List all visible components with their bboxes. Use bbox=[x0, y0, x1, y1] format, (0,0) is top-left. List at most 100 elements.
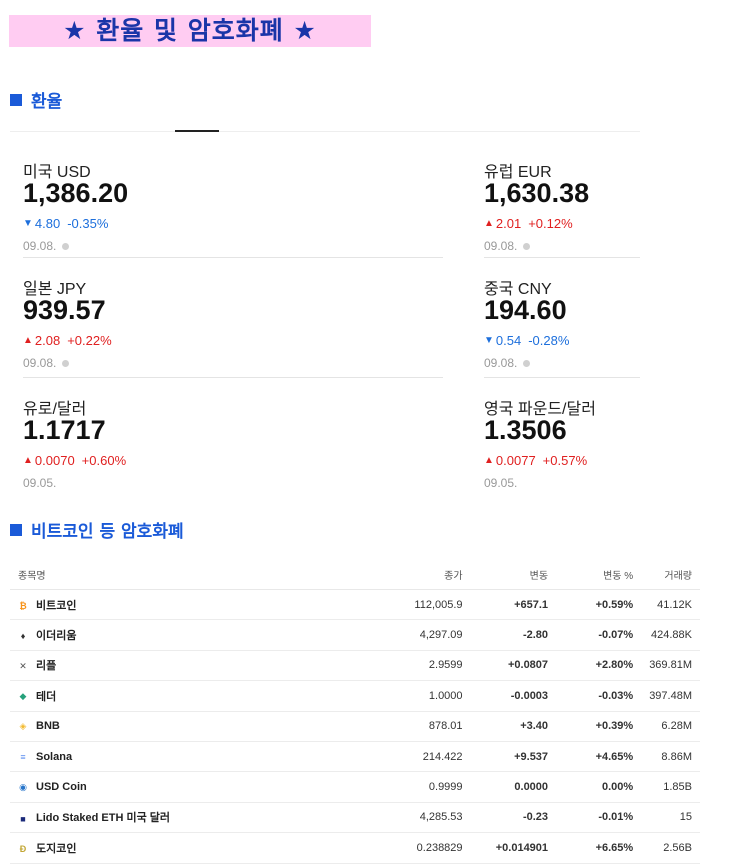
table-row[interactable]: ◈ BNB 878.01 +3.40 +0.39% 6.28M bbox=[10, 711, 700, 742]
change-percent: +0.22% bbox=[67, 333, 112, 348]
close-price: 0.238829 bbox=[360, 832, 471, 864]
rate-date: 09.05. bbox=[23, 476, 56, 490]
crypto-table-header: 종목명 종가 변동 변동 % 거래량 bbox=[10, 559, 700, 590]
crypto-section-title: 비트코인 등 암호화폐 bbox=[10, 517, 184, 542]
table-row[interactable]: ✕ 리플 2.9599 +0.0807 +2.80% 369.81M bbox=[10, 650, 700, 682]
volume: 424.88K bbox=[641, 619, 700, 651]
crypto-table: 종목명 종가 변동 변동 % 거래량 ₿ 비트코인 112,005.9 +657.1 +… bbox=[10, 559, 700, 864]
triangle-down-icon: ▼ bbox=[23, 218, 33, 229]
change-value: 0.0070 bbox=[34, 453, 75, 468]
status-dot-icon bbox=[523, 242, 531, 250]
rate-change: ▲ 0.0077 +0.57% bbox=[484, 453, 587, 468]
coin-name-cell[interactable]: Ð 도지코인 bbox=[10, 832, 361, 864]
triangle-up-icon: ▲ bbox=[484, 455, 494, 466]
column-header-volume[interactable]: 거래량 bbox=[641, 559, 700, 590]
date-text: 09.05. bbox=[23, 476, 57, 490]
coin-name-cell[interactable]: ■ Lido Staked ETH 미국 달러 bbox=[10, 802, 361, 834]
rate-change: ▲ 2.01 +0.12% bbox=[484, 216, 573, 231]
bnb-icon: ◈ bbox=[19, 720, 27, 731]
coin-name: BNB bbox=[36, 720, 60, 733]
change-percent: -0.03% bbox=[556, 680, 642, 712]
exchange-rate: 1,630.38 bbox=[484, 178, 590, 208]
volume: 1.85B bbox=[641, 771, 700, 803]
volume: 6.28M bbox=[641, 711, 700, 742]
rate-change: ▲ 2.08 +0.22% bbox=[23, 333, 112, 348]
fx-card[interactable]: 일본 JPY 939.57 ▲ 2.08 +0.22% 09.08. bbox=[23, 257, 443, 373]
dogecoin-icon: Ð bbox=[19, 843, 27, 854]
change-value: +657.1 bbox=[470, 589, 557, 621]
fx-section-title: 환율 bbox=[10, 87, 62, 112]
coin-name-cell[interactable]: ✕ 리플 bbox=[10, 650, 361, 682]
coin-name-cell[interactable]: ₿ 비트코인 bbox=[10, 589, 361, 621]
rate-change: ▼ 0.54 -0.28% bbox=[484, 333, 569, 348]
date-text: 09.05. bbox=[484, 476, 518, 490]
close-price: 112,005.9 bbox=[360, 589, 471, 621]
change-value: -2.80 bbox=[470, 619, 557, 651]
fx-card[interactable]: 미국 USD 1,386.20 ▼ 4.80 -0.35% 09.08. bbox=[23, 141, 443, 256]
exchange-rate: 939.57 bbox=[23, 295, 106, 325]
status-dot-icon bbox=[62, 242, 70, 250]
divider bbox=[10, 131, 640, 132]
close-price: 2.9599 bbox=[360, 650, 471, 682]
exchange-rate: 1.1717 bbox=[23, 415, 106, 445]
triangle-up-icon: ▲ bbox=[23, 335, 33, 346]
table-row[interactable]: ₿ 비트코인 112,005.9 +657.1 +0.59% 41.12K bbox=[10, 589, 700, 621]
change-percent: +4.65% bbox=[556, 741, 642, 773]
coin-name: 도지코인 bbox=[36, 842, 77, 855]
volume: 2.56B bbox=[641, 832, 700, 864]
column-header-close[interactable]: 종가 bbox=[360, 559, 471, 590]
column-header-name[interactable]: 종목명 bbox=[10, 559, 361, 590]
fx-card[interactable]: 중국 CNY 194.60 ▼ 0.54 -0.28% 09.08. bbox=[484, 257, 640, 373]
status-dot-icon bbox=[62, 359, 70, 367]
close-price: 4,285.53 bbox=[360, 802, 471, 834]
coin-name-cell[interactable]: ◈ BNB bbox=[10, 711, 361, 742]
fx-card[interactable]: 유로/달러 1.1717 ▲ 0.0070 +0.60% 09.05. bbox=[23, 377, 443, 493]
triangle-down-icon: ▼ bbox=[484, 335, 494, 346]
column-header-change[interactable]: 변동 bbox=[470, 559, 557, 590]
table-row[interactable]: ◉ USD Coin 0.9999 0.0000 0.00% 1.85B bbox=[10, 771, 700, 803]
change-value: 2.01 bbox=[495, 216, 522, 231]
change-value: 2.08 bbox=[34, 333, 61, 348]
table-row[interactable]: ■ Lido Staked ETH 미국 달러 4,285.53 -0.23 -0.01… bbox=[10, 802, 700, 834]
square-bullet-icon bbox=[10, 93, 22, 106]
change-value: +0.014901 bbox=[470, 832, 557, 864]
bitcoin-icon: ₿ bbox=[19, 600, 27, 611]
page-title-banner: ★ 환율 및 암호화폐 ★ bbox=[9, 15, 371, 47]
fx-card[interactable]: 유럽 EUR 1,630.38 ▲ 2.01 +0.12% 09.08. bbox=[484, 141, 640, 256]
change-value: 0.0077 bbox=[495, 453, 536, 468]
tab-indicator bbox=[175, 130, 219, 132]
change-value: 0.0000 bbox=[470, 771, 557, 803]
table-row[interactable]: ≡ Solana 214.422 +9.537 +4.65% 8.86M bbox=[10, 741, 700, 773]
change-percent: +6.65% bbox=[556, 832, 642, 864]
coin-name-cell[interactable]: ◉ USD Coin bbox=[10, 771, 361, 803]
change-percent: +0.39% bbox=[556, 711, 642, 742]
table-row[interactable]: ◆ 테더 1.0000 -0.0003 -0.03% 397.48M bbox=[10, 680, 700, 712]
ethereum-icon: ♦ bbox=[20, 631, 26, 642]
table-row[interactable]: ♦ 이더리움 4,297.09 -2.80 -0.07% 424.88K bbox=[10, 619, 700, 651]
volume: 15 bbox=[641, 802, 700, 834]
coin-name: USD Coin bbox=[36, 781, 87, 794]
coin-name-cell[interactable]: ◆ 테더 bbox=[10, 680, 361, 712]
change-value: -0.0003 bbox=[470, 680, 557, 712]
table-row[interactable]: Ð 도지코인 0.238829 +0.014901 +6.65% 2.56B bbox=[10, 832, 700, 864]
change-value: +0.0807 bbox=[470, 650, 557, 682]
lido-steth-icon: ■ bbox=[20, 813, 26, 824]
change-percent: +2.80% bbox=[556, 650, 642, 682]
change-percent: -0.35% bbox=[67, 216, 109, 231]
change-value: 0.54 bbox=[495, 333, 522, 348]
date-text: 09.08. bbox=[23, 239, 57, 253]
triangle-up-icon: ▲ bbox=[23, 455, 33, 466]
date-text: 09.08. bbox=[484, 356, 518, 370]
fx-section-label: 환율 bbox=[31, 92, 63, 112]
rate-date: 09.08. bbox=[23, 356, 70, 370]
coin-name-cell[interactable]: ≡ Solana bbox=[10, 741, 361, 773]
coin-name: 이더리움 bbox=[36, 630, 77, 643]
coin-name: 비트코인 bbox=[36, 599, 77, 612]
exchange-rate: 1.3506 bbox=[484, 415, 567, 445]
column-header-change-pct[interactable]: 변동 % bbox=[556, 559, 642, 590]
coin-name-cell[interactable]: ♦ 이더리움 bbox=[10, 619, 361, 651]
coin-name: 테더 bbox=[36, 690, 57, 703]
change-percent: +0.57% bbox=[542, 453, 588, 468]
rate-change: ▼ 4.80 -0.35% bbox=[23, 216, 108, 231]
fx-card[interactable]: 영국 파운드/달러 1.3506 ▲ 0.0077 +0.57% 09.05. bbox=[484, 377, 640, 493]
